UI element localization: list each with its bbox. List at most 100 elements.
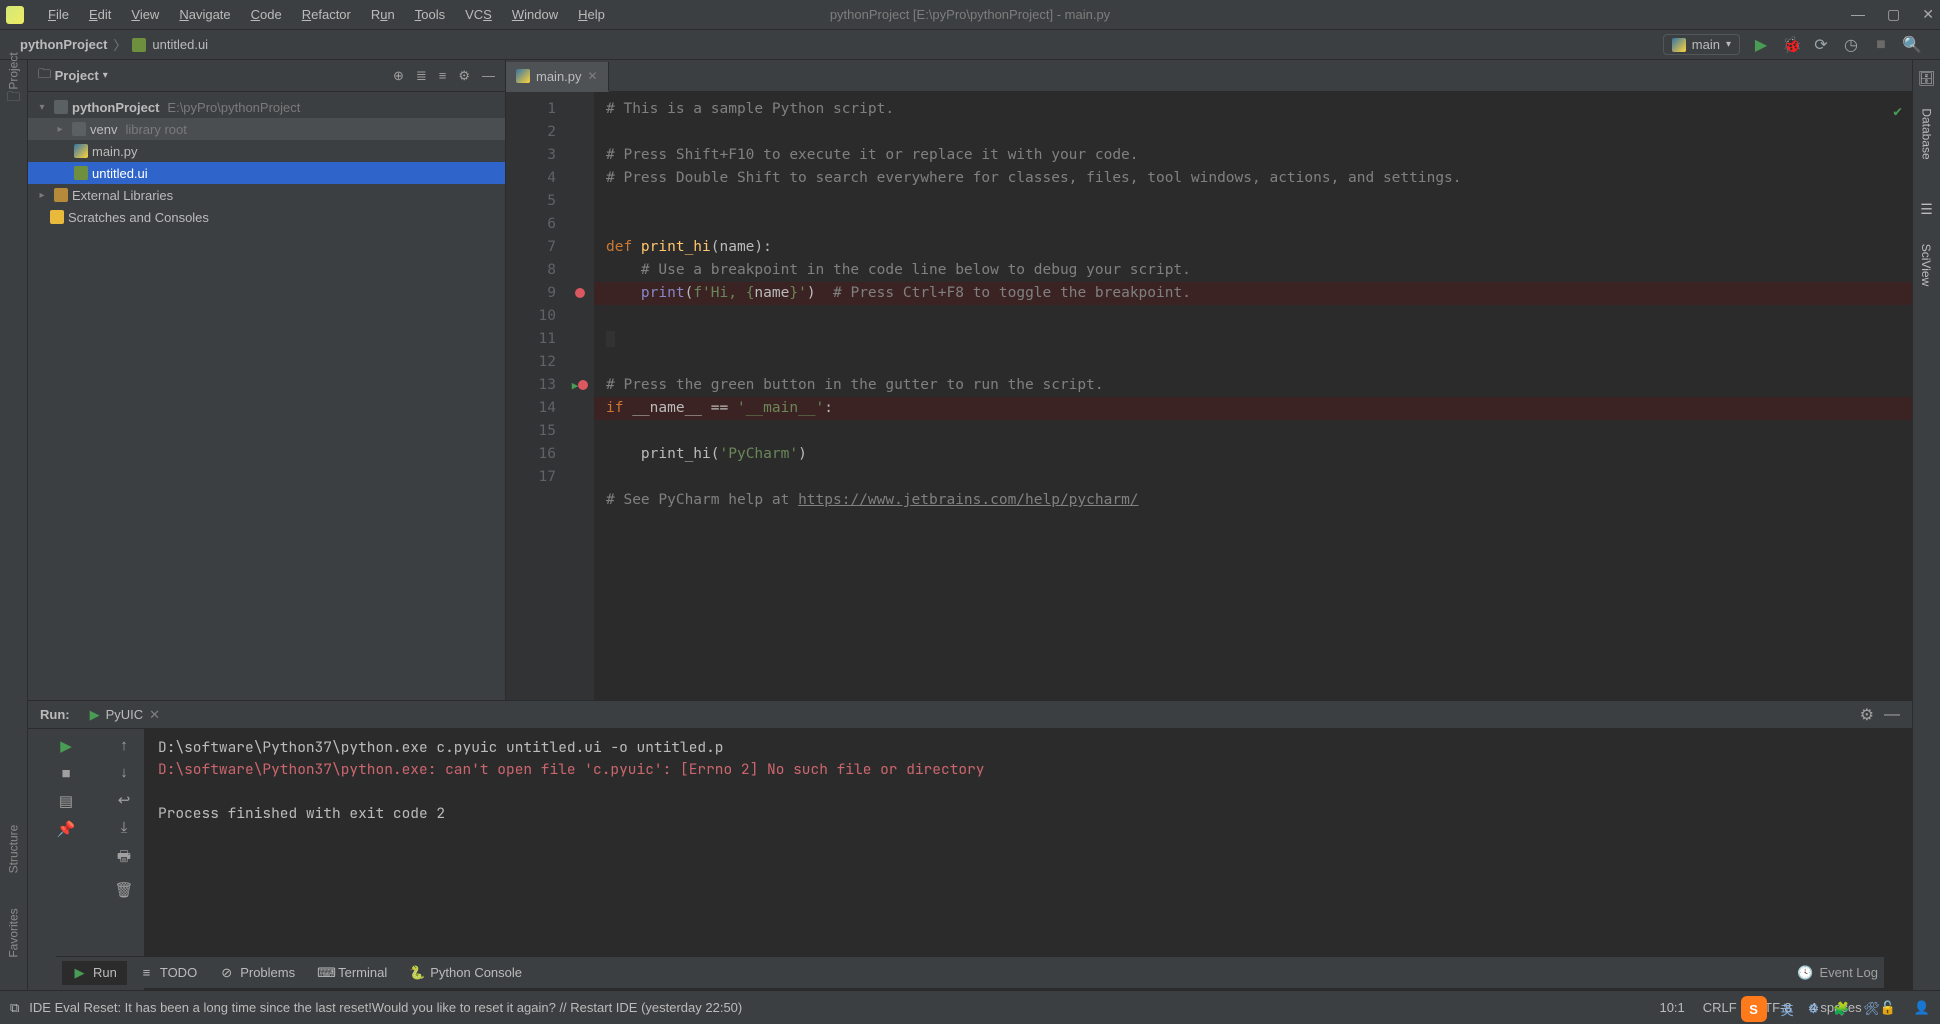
tab-run[interactable]: ▶Run xyxy=(62,961,127,985)
scratches-icon xyxy=(50,210,64,224)
run-gutter-icon[interactable]: ▶ xyxy=(572,374,579,397)
settings-icon[interactable]: ⚙ xyxy=(458,68,470,84)
menu-file[interactable]: File xyxy=(38,5,79,24)
chevron-right-icon: 〉 xyxy=(113,35,126,54)
select-opened-file-icon[interactable]: ⊕ xyxy=(393,68,404,84)
tree-scratches[interactable]: Scratches and Consoles xyxy=(28,206,505,228)
settings-icon[interactable]: ⚙ xyxy=(1860,705,1874,725)
run-toolbar-secondary: ↑ ↓ ↩ ⤓ 🖶 🗑 xyxy=(104,729,144,990)
breakpoint-icon[interactable] xyxy=(578,380,588,390)
app-icon xyxy=(6,6,24,24)
tree-untitled-ui[interactable]: untitled.ui xyxy=(28,162,505,184)
sciview-tool-label[interactable]: SciView xyxy=(1920,244,1934,286)
tree-item-label: venv xyxy=(90,122,117,137)
project-tool-button[interactable]: Project xyxy=(7,52,21,89)
editor-tab-main[interactable]: main.py ✕ xyxy=(506,62,609,92)
tree-external-libraries[interactable]: ▸ External Libraries xyxy=(28,184,505,206)
minimize-button[interactable]: — xyxy=(1851,6,1865,23)
folder-icon xyxy=(72,122,86,136)
structure-tool-button[interactable]: Structure xyxy=(7,825,21,874)
menu-run[interactable]: Run xyxy=(361,5,405,24)
rerun-button[interactable]: ▶ xyxy=(60,737,72,755)
close-button[interactable]: ✕ xyxy=(1922,6,1934,23)
tray-icon[interactable]: 🧩 xyxy=(1833,1001,1849,1017)
code-line: # Use a breakpoint in the code line belo… xyxy=(606,262,1191,278)
clear-icon[interactable]: 🗑 xyxy=(114,881,133,899)
run-console[interactable]: D:\software\Python37\python.exe c.pyuic … xyxy=(144,729,1912,990)
tray-icon[interactable]: ⚙ xyxy=(1808,1001,1820,1017)
menu-refactor[interactable]: Refactor xyxy=(292,5,361,24)
run-config-selector[interactable]: main ▾ xyxy=(1663,34,1740,55)
status-message[interactable]: IDE Eval Reset: It has been a long time … xyxy=(29,1000,742,1015)
open-files-icon[interactable]: 🗀 xyxy=(7,88,20,110)
profile-button[interactable]: ◷ xyxy=(1842,35,1860,55)
breadcrumb-project[interactable]: pythonProject xyxy=(20,37,107,52)
problems-icon: ⊘ xyxy=(219,965,234,981)
minimize-panel-icon[interactable]: — xyxy=(1884,706,1900,724)
print-icon[interactable]: 🖶 xyxy=(117,846,131,871)
tab-label: main.py xyxy=(536,69,582,84)
down-icon[interactable]: ↓ xyxy=(120,764,128,781)
stop-button[interactable]: ■ xyxy=(61,765,70,782)
database-tool-label[interactable]: Database xyxy=(1920,108,1934,159)
tool-window-toggle-icon[interactable]: ⧉ xyxy=(10,1000,19,1016)
read-only-icon[interactable]: 🔓 xyxy=(1880,1000,1896,1016)
python-icon xyxy=(516,69,530,83)
menu-edit[interactable]: Edit xyxy=(79,5,121,24)
terminal-icon: ⌨ xyxy=(317,965,332,981)
left-tool-stripe: Project 🗀 Structure Favorites xyxy=(0,60,28,990)
tree-root[interactable]: ▾ pythonProject E:\pyPro\pythonProject xyxy=(28,96,505,118)
tab-problems[interactable]: ⊘Problems xyxy=(209,961,305,985)
search-everywhere-button[interactable]: 🔍 xyxy=(1902,35,1920,55)
breakpoint-icon[interactable] xyxy=(575,288,585,298)
hide-panel-icon[interactable]: — xyxy=(482,68,495,84)
line-separator[interactable]: CRLF xyxy=(1703,1000,1737,1015)
menu-tools[interactable]: Tools xyxy=(405,5,455,24)
chevron-down-icon[interactable]: ▾ xyxy=(103,70,108,81)
pin-button[interactable]: 📌 xyxy=(57,820,76,838)
inspection-icon[interactable]: 👤 xyxy=(1914,1000,1930,1016)
menu-help[interactable]: Help xyxy=(568,5,615,24)
run-coverage-button[interactable]: ⟳ xyxy=(1812,35,1830,55)
menu-code[interactable]: Code xyxy=(241,5,292,24)
maximize-button[interactable]: ▢ xyxy=(1887,6,1900,23)
caret-position[interactable]: 10:1 xyxy=(1659,1000,1684,1015)
up-icon[interactable]: ↑ xyxy=(120,737,128,754)
sciview-tool-icon[interactable]: ☰ xyxy=(1920,201,1933,218)
inspection-ok-icon[interactable]: ✔ xyxy=(1893,100,1902,123)
tab-python-console[interactable]: 🐍Python Console xyxy=(399,961,532,985)
menu-window[interactable]: Window xyxy=(502,5,568,24)
tree-venv[interactable]: ▸ venv library root xyxy=(28,118,505,140)
project-panel-title[interactable]: Project xyxy=(55,68,99,83)
favorites-tool-button[interactable]: Favorites xyxy=(7,908,21,957)
tab-terminal[interactable]: ⌨Terminal xyxy=(307,961,397,985)
folder-icon xyxy=(54,100,68,114)
run-config-label: main xyxy=(1692,37,1720,52)
soft-wrap-icon[interactable]: ↩ xyxy=(118,791,131,809)
layout-button[interactable]: ▤ xyxy=(59,792,73,810)
database-tool-icon[interactable]: 🗄 xyxy=(1918,70,1936,87)
run-session-tab[interactable]: ▶ PyUIC ✕ xyxy=(84,705,166,725)
menu-view[interactable]: View xyxy=(121,5,169,24)
run-button[interactable]: ▶ xyxy=(1752,35,1770,55)
ime-lang-icon[interactable]: 英 xyxy=(1781,1000,1794,1019)
event-log-button[interactable]: 🕓Event Log xyxy=(1797,965,1878,981)
collapse-all-icon[interactable]: ≡ xyxy=(439,68,447,84)
close-tab-icon[interactable]: ✕ xyxy=(588,69,598,83)
ime-sogou-icon[interactable]: S xyxy=(1741,996,1767,1022)
tree-main-py[interactable]: main.py xyxy=(28,140,505,162)
expand-all-icon[interactable]: ≣ xyxy=(416,68,427,84)
stop-button[interactable]: ■ xyxy=(1872,36,1890,54)
run-panel-label: Run: xyxy=(40,707,70,722)
close-tab-icon[interactable]: ✕ xyxy=(149,707,160,723)
debug-button[interactable]: 🐞 xyxy=(1782,35,1800,55)
tray-icon[interactable]: 🛠 xyxy=(1863,1001,1880,1017)
project-tree: ▾ pythonProject E:\pyPro\pythonProject ▸… xyxy=(28,92,505,232)
tab-todo[interactable]: ≡TODO xyxy=(129,961,207,984)
menu-navigate[interactable]: Navigate xyxy=(169,5,240,24)
breadcrumb-file[interactable]: untitled.ui xyxy=(152,37,208,52)
chevron-down-icon: ▾ xyxy=(1726,39,1731,50)
menu-vcs[interactable]: VCS xyxy=(455,5,502,24)
tree-item-label: untitled.ui xyxy=(92,166,148,181)
scroll-to-end-icon[interactable]: ⤓ xyxy=(121,819,128,836)
